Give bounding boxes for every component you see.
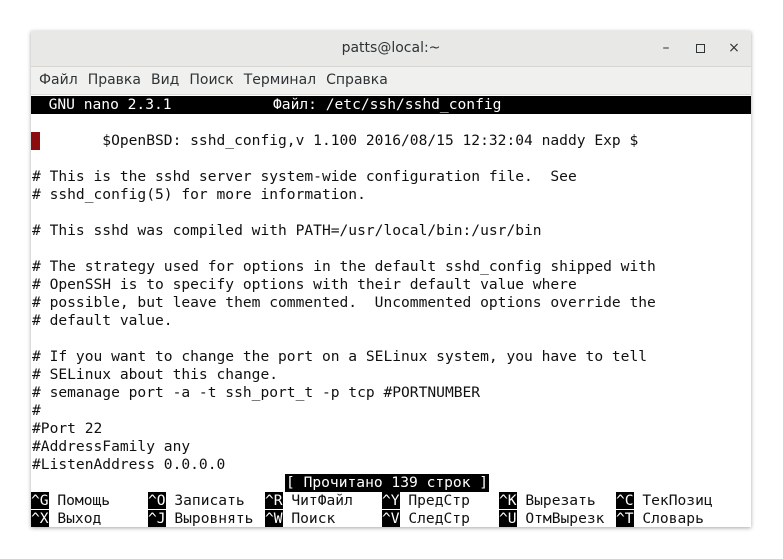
maximize-icon — [695, 43, 705, 53]
shortcut-key: ^X — [31, 510, 49, 527]
editor-line: #Port 22 — [32, 420, 103, 437]
shortcut-label: Поиск — [282, 510, 336, 527]
window-title: patts@local:~ — [341, 40, 441, 56]
shortcut-read-file[interactable]: ^R ЧитФайл — [265, 492, 353, 510]
shortcut-spell[interactable]: ^T Словарь — [616, 510, 704, 527]
shortcut-justify[interactable]: ^J Выровнять — [148, 510, 253, 527]
editor-line: # default value. — [32, 312, 173, 329]
shortcut-uncut[interactable]: ^U ОтмВырезк — [499, 510, 604, 527]
shortcut-label: ПредСтр — [399, 492, 470, 509]
minimize-button[interactable]: – — [649, 31, 683, 66]
shortcut-next-page[interactable]: ^V СледСтр — [382, 510, 470, 527]
close-icon: × — [728, 40, 740, 56]
menu-edit[interactable]: Правка — [83, 67, 146, 94]
shortcut-key: ^J — [148, 510, 166, 527]
menu-bar: Файл Правка Вид Поиск Терминал Справка — [31, 67, 751, 95]
editor-line: # — [32, 402, 41, 419]
menu-terminal[interactable]: Терминал — [239, 67, 321, 94]
shortcut-where-is[interactable]: ^W Поиск — [265, 510, 335, 527]
maximize-button[interactable] — [683, 31, 717, 66]
nano-header: GNU nano 2.3.1 Файл: /etc/ssh/sshd_confi… — [31, 96, 751, 114]
shortcut-key: ^K — [499, 492, 517, 509]
menu-help[interactable]: Справка — [321, 67, 393, 94]
shortcut-key: ^Y — [382, 492, 400, 509]
shortcut-key: ^C — [616, 492, 634, 509]
shortcut-key: ^G — [31, 492, 49, 509]
menu-file[interactable]: Файл — [34, 67, 83, 94]
editor-line: # If you want to change the port on a SE… — [32, 348, 648, 365]
status-message: [ Прочитано 139 строк ] — [285, 474, 490, 492]
shortcut-label: Вырезать — [516, 492, 596, 509]
shortcut-label: Помощь — [48, 492, 111, 509]
editor-line: # The strategy used for options in the d… — [32, 258, 656, 275]
shortcut-key: ^O — [148, 492, 166, 509]
shortcut-help[interactable]: ^G Помощь — [31, 492, 110, 510]
editor-line: $OpenBSD: sshd_config,v 1.100 2016/08/15… — [32, 132, 639, 149]
menu-search[interactable]: Поиск — [184, 67, 238, 94]
shortcut-key: ^U — [499, 510, 517, 527]
shortcut-label: Словарь — [633, 510, 704, 527]
editor-line: # sshd_config(5) for more information. — [32, 186, 366, 203]
editor-line: # semanage port -a -t ssh_port_t -p tcp … — [32, 384, 481, 401]
shortcut-key: ^V — [382, 510, 400, 527]
shortcut-label: ОтмВырезк — [516, 510, 605, 527]
nano-version: GNU nano 2.3.1 — [31, 96, 172, 113]
minimize-icon: – — [662, 40, 670, 56]
nano-filename: Файл: /etc/ssh/sshd_config — [273, 96, 502, 113]
shortcut-write-out[interactable]: ^O Записать — [148, 492, 245, 510]
menu-view[interactable]: Вид — [146, 67, 184, 94]
shortcut-key: ^R — [265, 492, 283, 509]
editor-line: # This sshd was compiled with PATH=/usr/… — [32, 222, 542, 239]
editor-line: #AddressFamily any — [32, 438, 191, 455]
shortcut-label: СледСтр — [399, 510, 470, 527]
terminal-window: patts@local:~ – × Файл Правка Вид Поиск … — [31, 31, 751, 527]
shortcut-exit[interactable]: ^X Выход — [31, 510, 101, 527]
shortcut-key: ^W — [265, 510, 283, 527]
shortcut-cut[interactable]: ^K Вырезать — [499, 492, 596, 510]
shortcut-cur-pos[interactable]: ^C ТекПозиц — [616, 492, 713, 510]
editor-line: # possible, but leave them commented. Un… — [32, 294, 656, 311]
shortcut-label: Выход — [48, 510, 102, 527]
editor-line: #ListenAddress 0.0.0.0 — [32, 456, 226, 473]
shortcut-label: Выровнять — [165, 510, 254, 527]
terminal-area[interactable]: GNU nano 2.3.1 Файл: /etc/ssh/sshd_confi… — [31, 96, 751, 527]
shortcut-label: ЧитФайл — [282, 492, 353, 509]
shortcut-label: ТекПозиц — [633, 492, 713, 509]
close-button[interactable]: × — [717, 31, 751, 66]
editor-line: # This is the sshd server system-wide co… — [32, 168, 577, 185]
editor-line: # OpenSSH is to specify options with the… — [32, 276, 577, 293]
title-bar[interactable]: patts@local:~ – × — [31, 31, 751, 67]
shortcut-key: ^T — [616, 510, 634, 527]
shortcut-prev-page[interactable]: ^Y ПредСтр — [382, 492, 470, 510]
shortcut-label: Записать — [165, 492, 245, 509]
editor-line: # SELinux about this change. — [32, 366, 279, 383]
